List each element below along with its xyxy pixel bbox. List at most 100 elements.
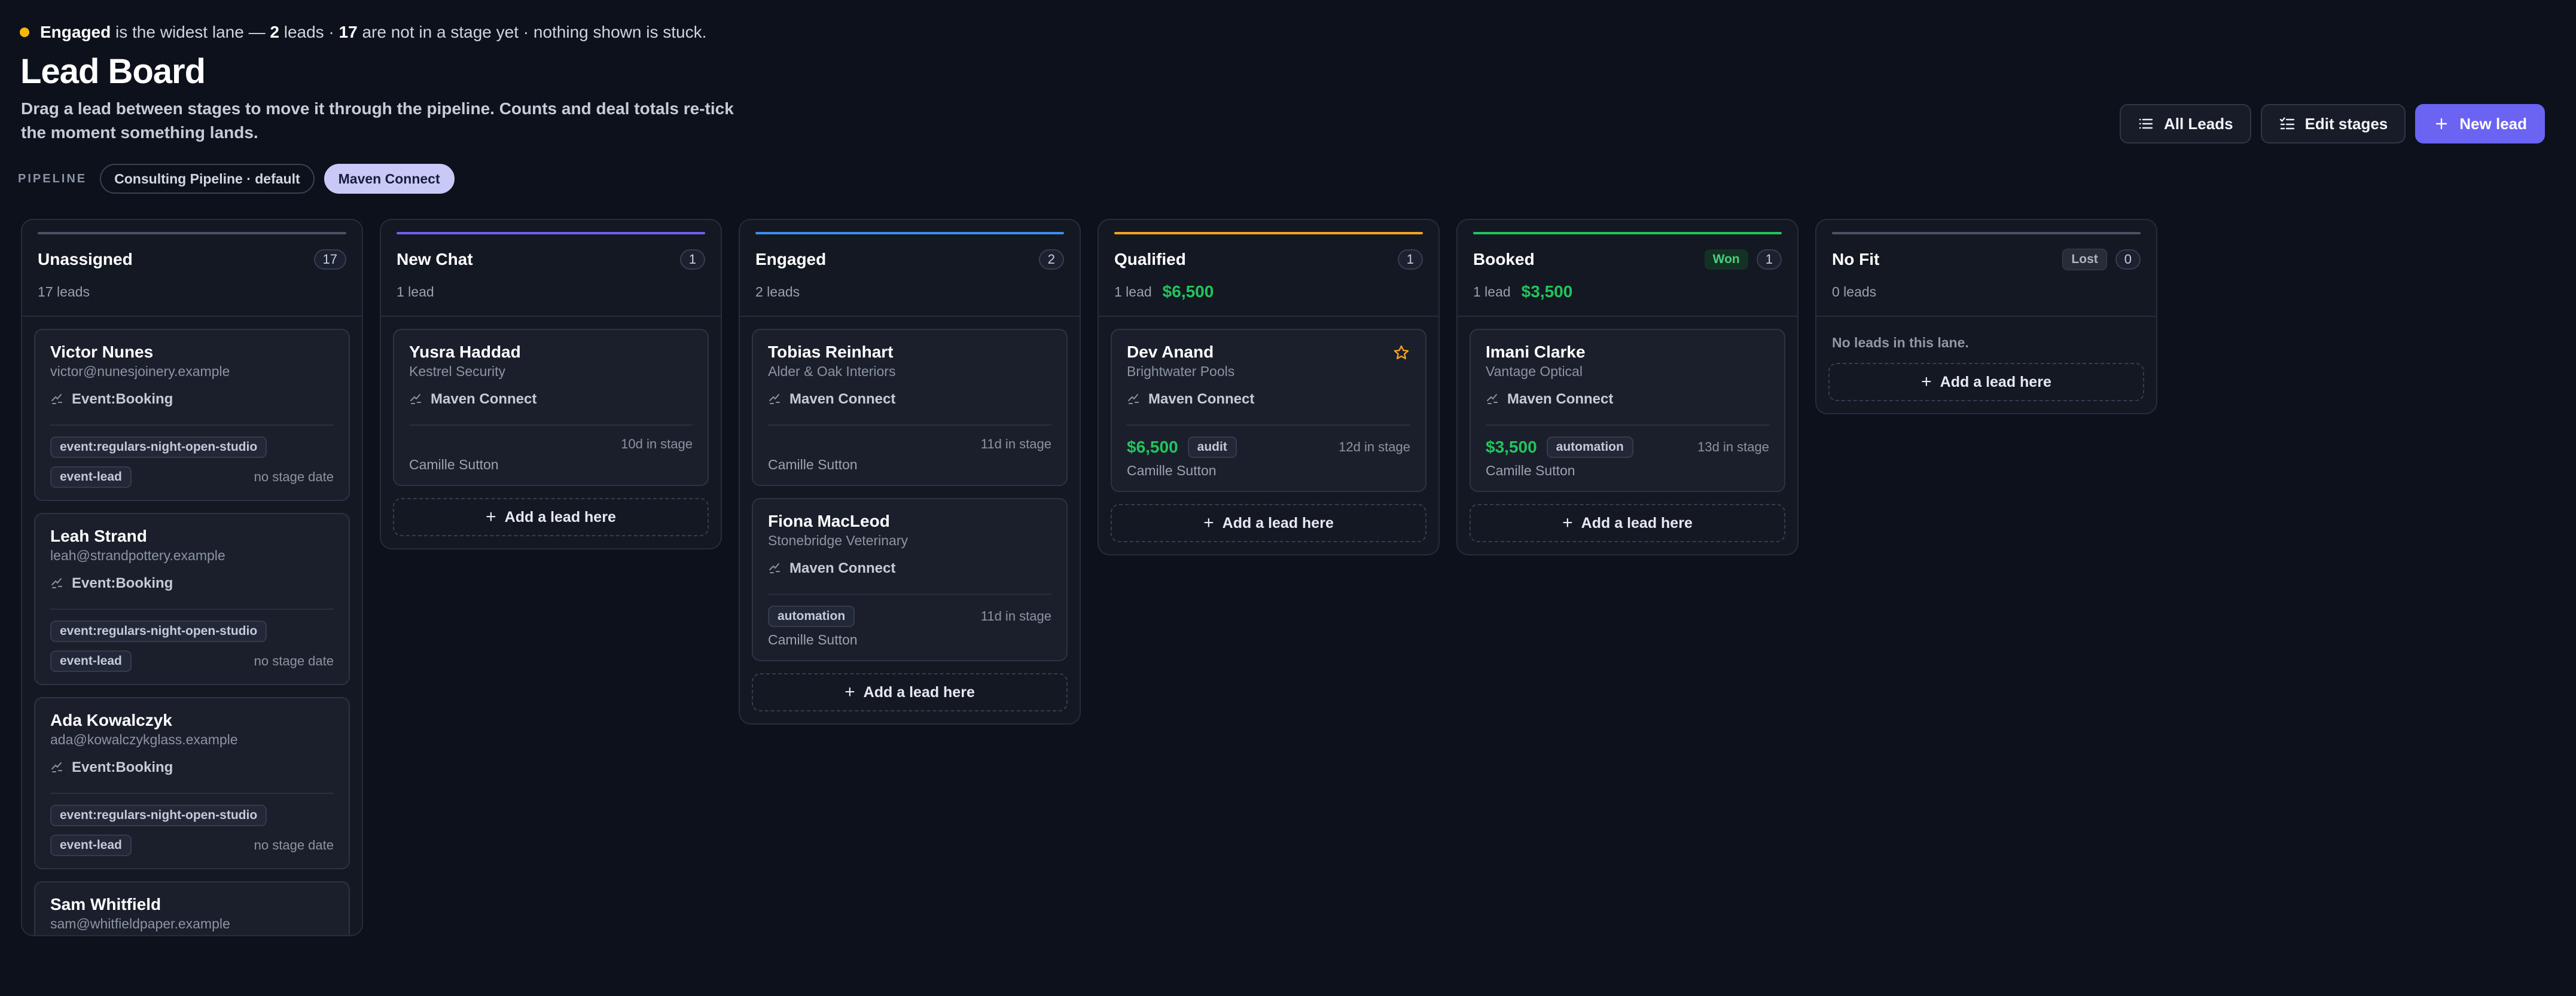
lane-color-bar <box>397 232 705 234</box>
pipeline-label: PIPELINE <box>18 172 87 185</box>
lead-tag: audit <box>1187 436 1237 458</box>
lead-card[interactable]: Ada Kowalczyk ada@kowalczykglass.example… <box>34 697 350 869</box>
lead-source: Maven Connect <box>1507 391 1614 407</box>
lead-card[interactable]: Imani Clarke Vantage Optical Maven Conne… <box>1470 329 1785 492</box>
lead-card[interactable]: Yusra Haddad Kestrel Security Maven Conn… <box>393 329 709 486</box>
lead-card[interactable]: Dev Anand Brightwater Pools Maven Connec… <box>1111 329 1426 492</box>
lead-source: Maven Connect <box>789 560 896 576</box>
summary-leads: 2 <box>270 23 279 41</box>
lane-unassigned: Unassigned 17 17 leads Victor Nunes vict… <box>21 219 363 936</box>
sparkle-icon <box>50 576 65 591</box>
lead-company: Stonebridge Veterinary <box>768 533 908 548</box>
lost-status-pill: Lost <box>2062 249 2107 270</box>
lane-lead-count: 0 leads <box>1832 283 1877 300</box>
lane-card-list[interactable]: Yusra Haddad Kestrel Security Maven Conn… <box>381 317 721 548</box>
new-lead-button[interactable]: New lead <box>2415 104 2545 143</box>
lane-booked: Booked Won 1 1 lead $3,500 Imani Clarke … <box>1456 219 1798 555</box>
lane-card-list[interactable]: Imani Clarke Vantage Optical Maven Conne… <box>1458 317 1797 554</box>
sparkle-icon <box>50 760 65 775</box>
add-lead-button[interactable]: + Add a lead here <box>393 498 709 536</box>
lane-count-badge: 1 <box>1397 249 1423 270</box>
add-lead-button[interactable]: + Add a lead here <box>752 673 1068 711</box>
lead-card[interactable]: Leah Strand leah@strandpottery.example E… <box>34 513 350 685</box>
lead-email: leah@strandpottery.example <box>50 548 225 563</box>
lane-title: Booked <box>1473 250 1535 268</box>
lead-email: sam@whitfieldpaper.example <box>50 916 230 931</box>
status-dot-icon <box>20 28 29 37</box>
summary-text-c: are not in a stage yet · nothing shown i… <box>357 23 707 41</box>
lane-deal-total: $6,500 <box>1162 282 1214 301</box>
summary-line: Engaged is the widest lane — 2 leads · 1… <box>20 20 706 44</box>
lead-email: ada@kowalczykglass.example <box>50 732 238 747</box>
lane-count-badge: 2 <box>1038 249 1064 270</box>
sparkle-icon <box>50 392 65 407</box>
sparkle-icon <box>409 392 423 407</box>
days-in-stage: 13d in stage <box>1697 439 1769 454</box>
days-in-stage: 12d in stage <box>1339 439 1410 454</box>
lane-color-bar <box>1114 232 1423 234</box>
lead-owner: Camille Sutton <box>1486 463 1575 478</box>
lane-lead-count: 1 lead <box>397 283 434 300</box>
lead-card[interactable]: Victor Nunes victor@nunesjoinery.example… <box>34 329 350 501</box>
lead-source: Maven Connect <box>789 391 896 407</box>
lane-color-bar <box>755 232 1064 234</box>
lead-source: Event:Booking <box>72 759 173 775</box>
lead-owner: Camille Sutton <box>1127 463 1217 478</box>
lead-name: Dev Anand <box>1127 343 1214 361</box>
lead-card[interactable]: Fiona MacLeod Stonebridge Veterinary Mav… <box>752 498 1068 661</box>
add-lead-button[interactable]: + Add a lead here <box>1828 363 2144 401</box>
page-description: Drag a lead between stages to move it th… <box>21 99 734 142</box>
lane-color-bar <box>38 232 346 234</box>
all-leads-label: All Leads <box>2163 114 2233 133</box>
days-in-stage: 11d in stage <box>980 436 1051 451</box>
lane-card-list[interactable]: Tobias Reinhart Alder & Oak Interiors Ma… <box>740 317 1080 723</box>
add-lead-label: Add a lead here <box>1581 514 1693 531</box>
sparkle-icon <box>1127 392 1141 407</box>
plus-icon: + <box>486 507 496 527</box>
lane-title: Unassigned <box>38 250 133 268</box>
lane-engaged: Engaged 2 2 leads Tobias Reinhart Alder … <box>739 219 1081 725</box>
lane-card-list[interactable]: Dev Anand Brightwater Pools Maven Connec… <box>1099 317 1438 554</box>
lane-qualified: Qualified 1 1 lead $6,500 Dev Anand Brig… <box>1098 219 1440 555</box>
lead-name: Imani Clarke <box>1486 343 1586 361</box>
lane-title: New Chat <box>397 250 473 268</box>
lead-card[interactable]: Tobias Reinhart Alder & Oak Interiors Ma… <box>752 329 1068 486</box>
star-icon[interactable] <box>1393 344 1410 361</box>
lane-lead-count: 2 leads <box>755 283 800 300</box>
lead-email: victor@nunesjoinery.example <box>50 363 230 379</box>
plus-icon: + <box>1562 513 1573 533</box>
plus-icon: + <box>1921 372 1932 392</box>
lead-tag: event-lead <box>50 835 132 856</box>
lane-new-chat: New Chat 1 1 lead Yusra Haddad Kestrel S… <box>380 219 722 549</box>
lane-lead-count: 17 leads <box>38 283 90 300</box>
all-leads-button[interactable]: All Leads <box>2119 104 2251 143</box>
add-lead-button[interactable]: + Add a lead here <box>1111 504 1426 542</box>
lead-tag: event-lead <box>50 650 132 672</box>
pipeline-chip-consulting[interactable]: Consulting Pipeline · default <box>100 164 315 194</box>
page-title: Lead Board <box>20 52 206 91</box>
deal-value: $3,500 <box>1486 438 1537 456</box>
lead-card[interactable]: Sam Whitfield sam@whitfieldpaper.example <box>34 881 350 935</box>
lane-deal-total: $3,500 <box>1521 282 1573 301</box>
stage-date: no stage date <box>254 469 334 484</box>
plus-icon <box>2433 115 2450 132</box>
lead-name: Victor Nunes <box>50 343 154 361</box>
lead-name: Leah Strand <box>50 527 147 545</box>
lane-card-list[interactable]: No leads in this lane. + Add a lead here <box>1816 317 2156 413</box>
stage-date: no stage date <box>254 653 334 668</box>
lane-title: Qualified <box>1114 250 1186 268</box>
sparkle-icon <box>768 392 782 407</box>
edit-stages-button[interactable]: Edit stages <box>2260 104 2406 143</box>
summary-lane: Engaged <box>40 23 111 41</box>
lead-source: Maven Connect <box>431 391 537 407</box>
checklist-icon <box>2279 115 2295 132</box>
lead-company: Kestrel Security <box>409 363 506 379</box>
summary-text-b: leads · <box>279 23 339 41</box>
empty-lane-message: No leads in this lane. <box>1832 335 1969 350</box>
lead-company: Brightwater Pools <box>1127 363 1235 379</box>
lead-tag: automation <box>1546 436 1633 458</box>
lane-card-list[interactable]: Victor Nunes victor@nunesjoinery.example… <box>22 317 362 935</box>
lane-count-badge: 1 <box>1756 249 1782 270</box>
pipeline-chip-maven-connect[interactable]: Maven Connect <box>324 164 455 194</box>
add-lead-button[interactable]: + Add a lead here <box>1470 504 1785 542</box>
